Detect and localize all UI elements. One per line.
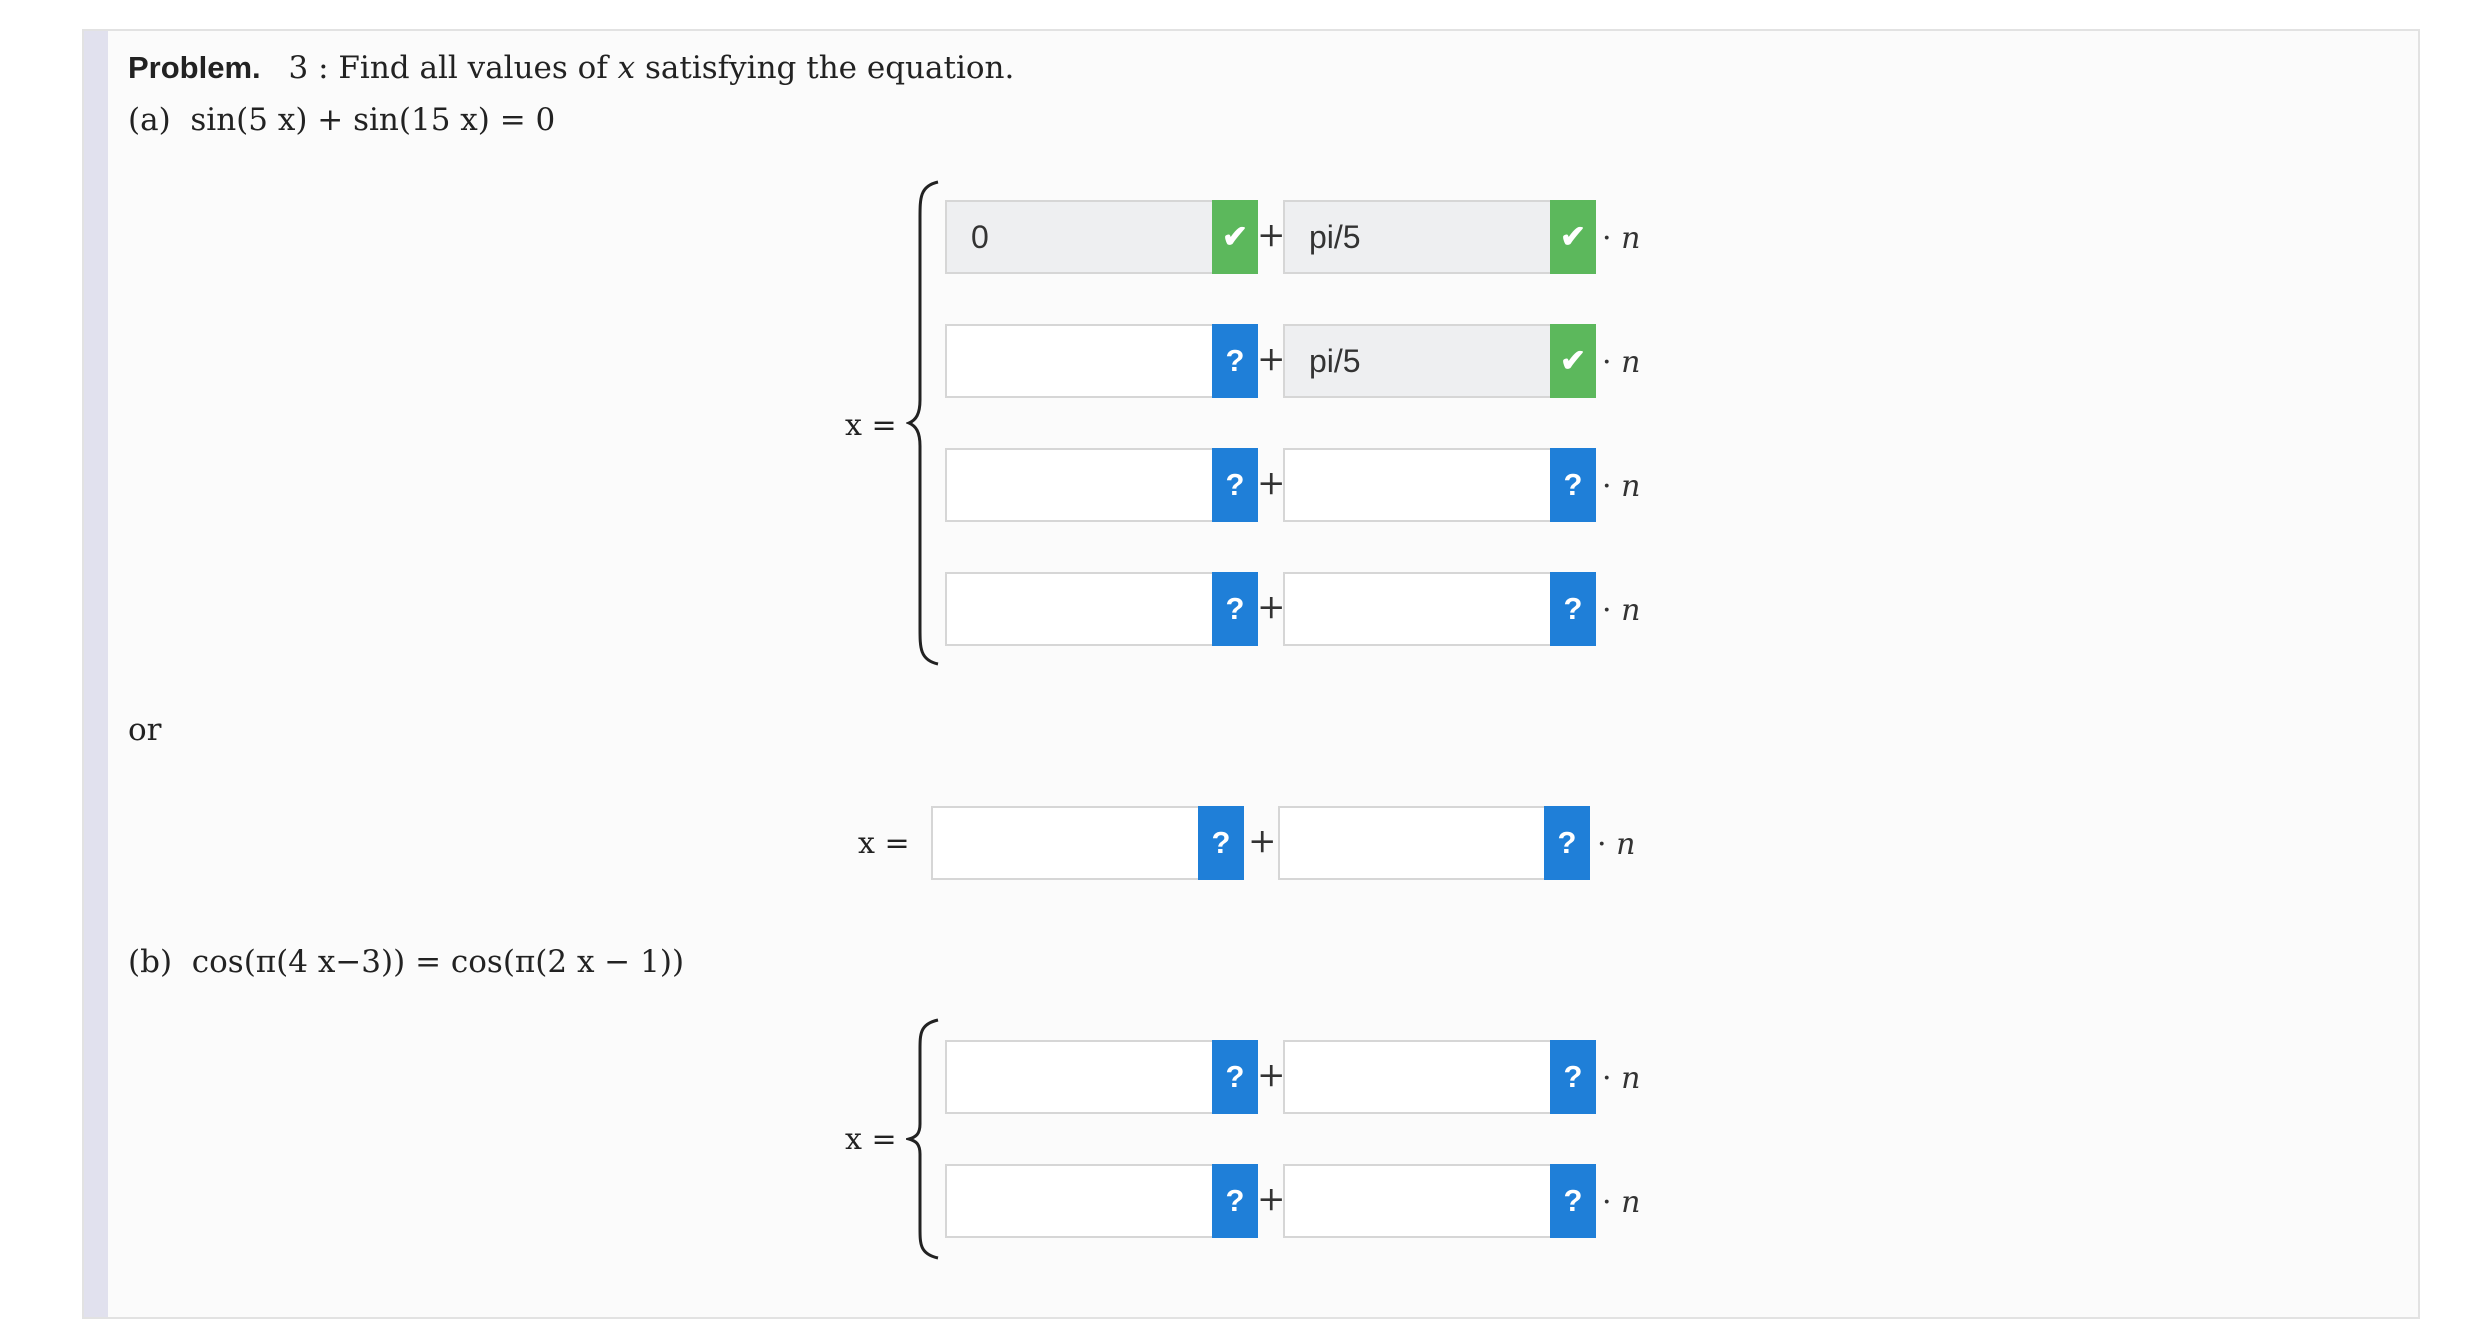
- part-a-brace: [906, 180, 939, 666]
- plus-sign: +: [1257, 1179, 1286, 1219]
- plus-sign: +: [1257, 215, 1286, 255]
- times-n: · n: [1602, 1061, 1641, 1096]
- problem-text-2: satisfying the equation.: [645, 50, 1015, 86]
- problem-label: Problem.: [128, 50, 261, 85]
- question-icon[interactable]: ?: [1212, 572, 1258, 646]
- answer-input-a1-c1[interactable]: 0: [945, 200, 1215, 274]
- part-b-brace: [906, 1018, 939, 1260]
- plus-sign: +: [1257, 587, 1286, 627]
- problem-text: Find all values of: [338, 50, 608, 86]
- question-icon[interactable]: ?: [1212, 448, 1258, 522]
- times-n: · n: [1597, 827, 1636, 862]
- question-icon[interactable]: ?: [1212, 1040, 1258, 1114]
- part-b-equation-text: cos(π(4 x−3)) = cos(π(2 x − 1)): [191, 944, 685, 980]
- problem-colon: :: [318, 50, 329, 86]
- problem-variable: x: [617, 50, 636, 86]
- problem-number: 3: [288, 50, 309, 86]
- check-icon: ✔: [1550, 324, 1596, 398]
- answer-input-a4-c1[interactable]: [945, 572, 1215, 646]
- part-b-x-equals: x =: [845, 1122, 897, 1157]
- answer-input-a4-c2[interactable]: [1283, 572, 1553, 646]
- answer-input-b1-c1[interactable]: [945, 1040, 1215, 1114]
- plus-sign: +: [1248, 821, 1277, 861]
- question-icon[interactable]: ?: [1550, 1040, 1596, 1114]
- check-icon: ✔: [1550, 200, 1596, 274]
- part-a-equation: (a) sin(5 x) + sin(15 x) = 0: [128, 102, 555, 138]
- times-n: · n: [1602, 345, 1641, 380]
- question-icon[interactable]: ?: [1550, 448, 1596, 522]
- answer-input-a2-c1[interactable]: [945, 324, 1215, 398]
- question-icon[interactable]: ?: [1212, 1164, 1258, 1238]
- part-a-x-equals: x =: [845, 408, 897, 443]
- plus-sign: +: [1257, 1055, 1286, 1095]
- part-a-label: (a): [128, 102, 171, 138]
- times-n: · n: [1602, 469, 1641, 504]
- answer-input-b1-c2[interactable]: [1283, 1040, 1553, 1114]
- answer-input-extra-c1[interactable]: [931, 806, 1201, 880]
- answer-input-a3-c1[interactable]: [945, 448, 1215, 522]
- times-n: · n: [1602, 593, 1641, 628]
- answer-input-b2-c1[interactable]: [945, 1164, 1215, 1238]
- question-icon[interactable]: ?: [1544, 806, 1590, 880]
- problem-heading: Problem. 3 : Find all values of x satisf…: [128, 50, 1014, 86]
- part-b-label: (b): [128, 944, 173, 980]
- part-a-equation-text: sin(5 x) + sin(15 x) = 0: [190, 102, 556, 138]
- side-stripe: [84, 31, 108, 1317]
- answer-input-a3-c2[interactable]: [1283, 448, 1553, 522]
- times-n: · n: [1602, 221, 1641, 256]
- check-icon: ✔: [1212, 200, 1258, 274]
- question-icon[interactable]: ?: [1198, 806, 1244, 880]
- question-icon[interactable]: ?: [1212, 324, 1258, 398]
- answer-input-b2-c2[interactable]: [1283, 1164, 1553, 1238]
- or-label: or: [128, 712, 162, 748]
- answer-input-a1-c2[interactable]: pi/5: [1283, 200, 1553, 274]
- question-icon[interactable]: ?: [1550, 1164, 1596, 1238]
- plus-sign: +: [1257, 339, 1286, 379]
- times-n: · n: [1602, 1185, 1641, 1220]
- answer-input-extra-c2[interactable]: [1278, 806, 1548, 880]
- extra-x-equals: x =: [858, 826, 910, 861]
- question-icon[interactable]: ?: [1550, 572, 1596, 646]
- answer-input-a2-c2[interactable]: pi/5: [1283, 324, 1553, 398]
- part-b-equation: (b) cos(π(4 x−3)) = cos(π(2 x − 1)): [128, 944, 684, 980]
- plus-sign: +: [1257, 463, 1286, 503]
